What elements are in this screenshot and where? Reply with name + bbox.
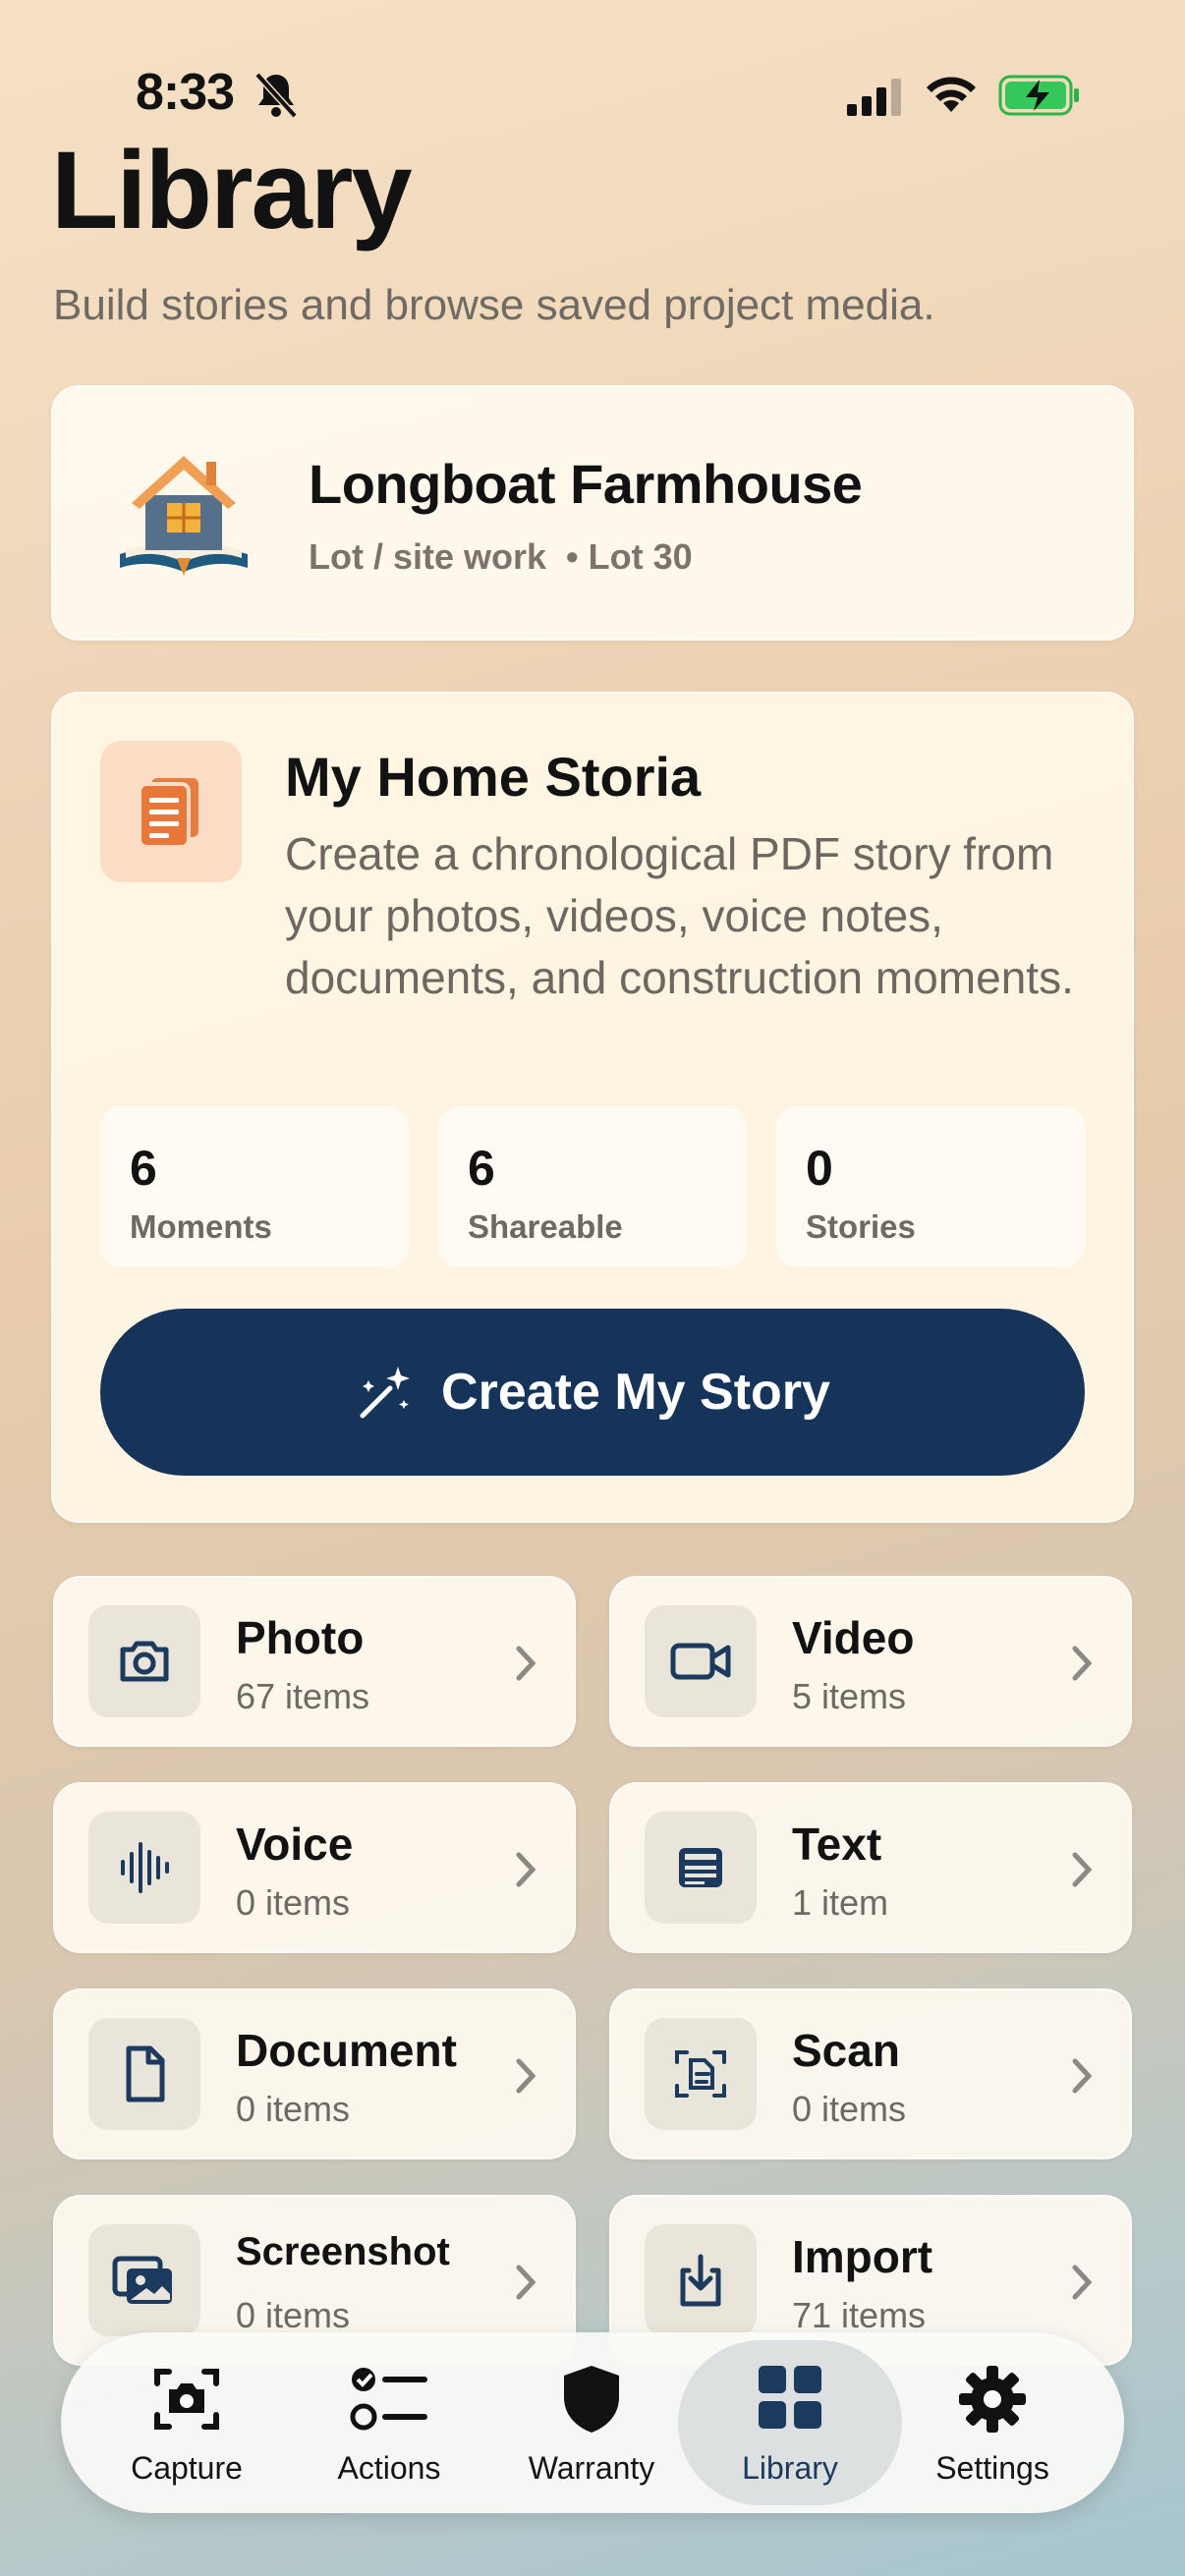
media-tile-scan[interactable]: Scan 0 items xyxy=(609,1988,1132,2159)
tile-count: 0 items xyxy=(236,2295,351,2335)
tile-count: 5 items xyxy=(792,1676,907,1716)
chevron-right-icon xyxy=(516,1646,536,1681)
tile-icon-container xyxy=(645,1605,757,1717)
tile-count: 67 items xyxy=(236,1676,370,1716)
tile-icon-container xyxy=(88,2018,200,2130)
tab-settings[interactable]: Settings xyxy=(880,2340,1104,2505)
house-book-icon xyxy=(120,456,248,576)
media-tile-document[interactable]: Document 0 items xyxy=(53,1988,576,2159)
chevron-right-icon xyxy=(1072,1646,1093,1681)
tab-warranty[interactable]: Warranty xyxy=(480,2340,704,2505)
document-icon xyxy=(126,2045,165,2102)
storia-title: My Home Storia xyxy=(285,746,702,808)
project-name: Longboat Farmhouse xyxy=(309,453,863,515)
media-tile-text[interactable]: Text 1 item xyxy=(609,1782,1132,1953)
stat-label: Moments xyxy=(130,1208,272,1245)
stat-stories: 0 Stories xyxy=(776,1106,1085,1267)
text-note-icon xyxy=(679,1848,722,1887)
stat-value: 0 xyxy=(806,1141,833,1196)
tile-name: Photo xyxy=(236,1612,365,1663)
stat-label: Stories xyxy=(806,1208,916,1245)
bell-slash-icon xyxy=(254,72,298,119)
tile-count: 0 items xyxy=(236,2089,351,2129)
tile-icon-container xyxy=(645,2224,757,2336)
tab-bar: Capture Actions Warranty Library Setting… xyxy=(61,2332,1124,2513)
camera-viewfinder-icon xyxy=(154,2369,219,2430)
tile-name: Import xyxy=(792,2231,933,2282)
video-icon xyxy=(670,1643,731,1680)
chevron-right-icon xyxy=(1072,2058,1093,2094)
tile-name: Voice xyxy=(236,1819,354,1870)
home-storia-card: My Home Storia Create a chronological PD… xyxy=(51,692,1134,1523)
chevron-right-icon xyxy=(1072,1852,1093,1887)
tab-label: Capture xyxy=(131,2450,243,2486)
tab-label: Warranty xyxy=(528,2450,655,2486)
battery-charging-icon xyxy=(998,75,1079,116)
create-story-button[interactable]: Create My Story xyxy=(100,1309,1085,1476)
tile-count: 71 items xyxy=(792,2295,927,2335)
tile-name: Scan xyxy=(792,2025,900,2076)
document-stack-icon xyxy=(138,778,198,849)
tab-library[interactable]: Library xyxy=(678,2340,902,2505)
scan-icon xyxy=(675,2050,726,2098)
gear-icon xyxy=(959,2366,1026,2433)
tile-count: 0 items xyxy=(236,1882,351,1923)
tab-label: Actions xyxy=(337,2450,441,2486)
tab-capture[interactable]: Capture xyxy=(75,2340,299,2505)
tile-icon-container xyxy=(88,1812,200,1924)
camera-icon xyxy=(120,1641,169,1682)
media-tile-photo[interactable]: Photo 67 items xyxy=(53,1576,576,1747)
tile-icon-container xyxy=(645,2018,757,2130)
stat-moments: 6 Moments xyxy=(100,1106,409,1267)
page-title: Library xyxy=(51,129,413,252)
tile-name: Screenshot xyxy=(236,2230,450,2273)
wifi-icon xyxy=(927,77,976,112)
magic-wand-icon xyxy=(360,1367,411,1419)
stat-value: 6 xyxy=(130,1141,157,1196)
tile-name: Video xyxy=(792,1612,915,1663)
import-icon xyxy=(680,2254,721,2307)
stat-value: 6 xyxy=(468,1141,495,1196)
screenshot-icon xyxy=(112,2256,172,2304)
tile-icon-container xyxy=(88,2224,200,2336)
tile-name: Document xyxy=(236,2025,457,2076)
tile-name: Text xyxy=(792,1819,882,1870)
status-time: 8:33 xyxy=(136,64,235,121)
grid-icon xyxy=(759,2366,821,2429)
page-subtitle: Build stories and browse saved project m… xyxy=(53,281,935,329)
media-tile-video[interactable]: Video 5 items xyxy=(609,1576,1132,1747)
tab-label: Settings xyxy=(935,2450,1049,2486)
storia-description: Create a chronological PDF story from yo… xyxy=(285,828,1074,1003)
create-story-label: Create My Story xyxy=(441,1364,830,1421)
shield-icon xyxy=(564,2366,619,2433)
cellular-signal-icon xyxy=(847,79,901,116)
tile-count: 0 items xyxy=(792,2089,907,2129)
tab-actions[interactable]: Actions xyxy=(277,2340,501,2505)
storia-icon-container xyxy=(100,741,242,882)
waveform-icon xyxy=(121,1842,169,1893)
chevron-right-icon xyxy=(516,1852,536,1887)
tab-label: Library xyxy=(742,2450,838,2486)
checklist-icon xyxy=(350,2368,427,2431)
stat-shareable: 6 Shareable xyxy=(438,1106,747,1267)
stat-label: Shareable xyxy=(468,1208,623,1245)
tile-count: 1 item xyxy=(792,1882,889,1923)
media-tile-voice[interactable]: Voice 0 items xyxy=(53,1782,576,1953)
chevron-right-icon xyxy=(516,2265,536,2300)
chevron-right-icon xyxy=(1072,2265,1093,2300)
tile-icon-container xyxy=(645,1812,757,1924)
project-card[interactable]: Longboat Farmhouse Lot / site work • Lot… xyxy=(51,385,1134,641)
tile-icon-container xyxy=(88,1605,200,1717)
chevron-right-icon xyxy=(516,2058,536,2094)
project-meta: Lot / site work • Lot 30 xyxy=(309,536,693,577)
